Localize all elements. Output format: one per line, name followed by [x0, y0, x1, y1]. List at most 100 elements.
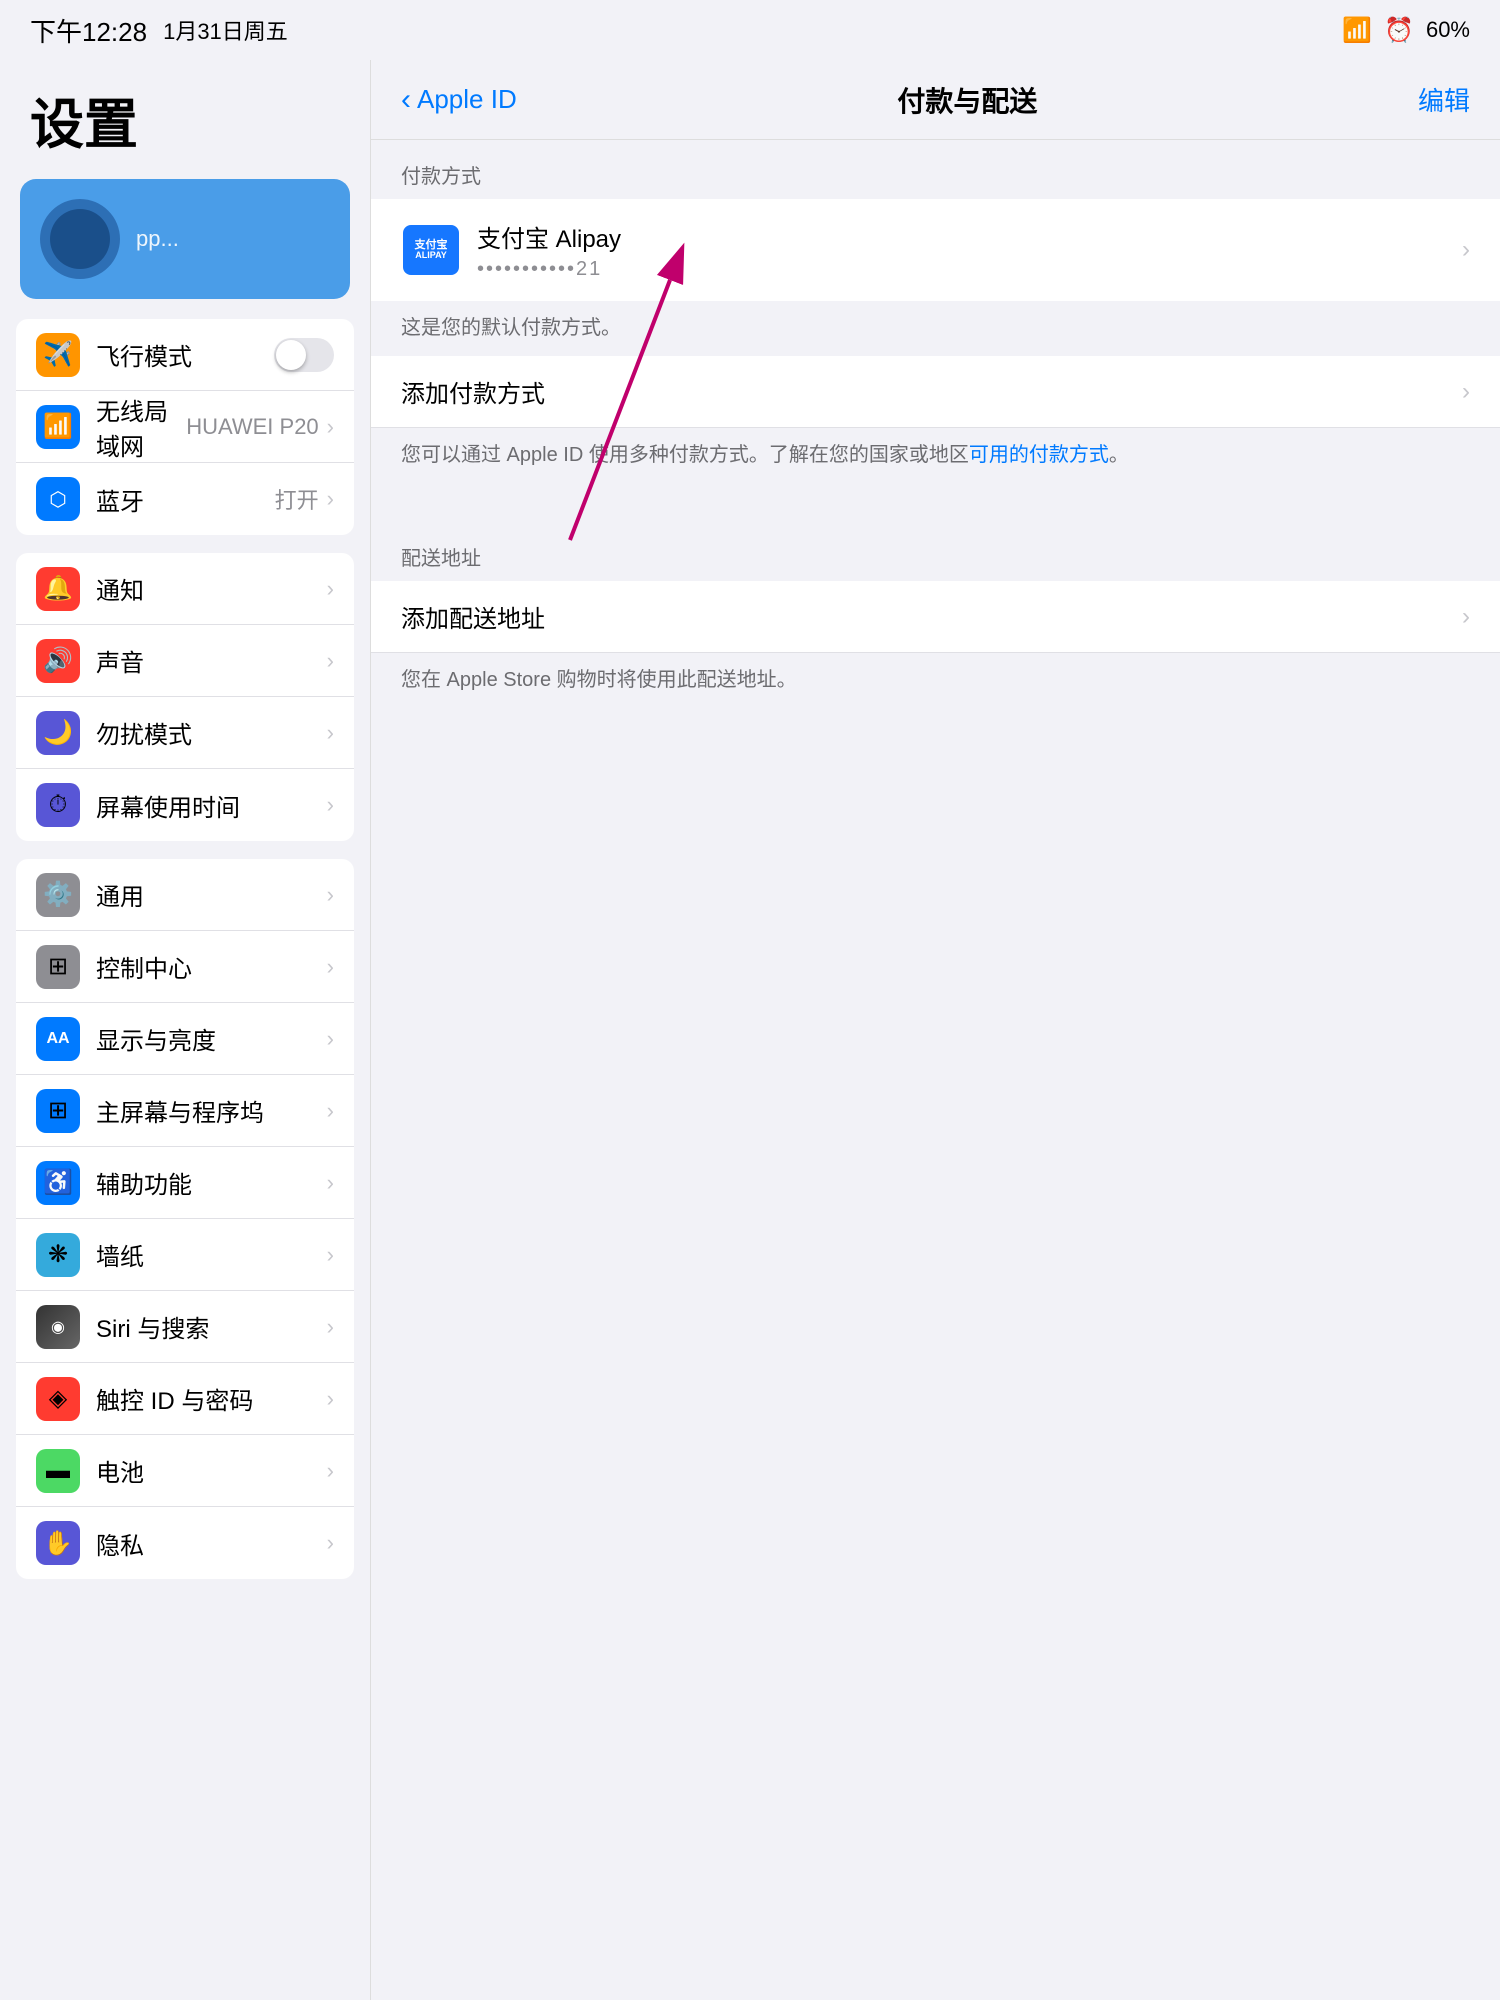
sidebar-item-controlcenter[interactable]: ⊞ 控制中心 ›: [16, 931, 354, 1003]
siri-icon: ◉: [36, 1305, 80, 1349]
settings-group-system: ⚙️ 通用 › ⊞ 控制中心 › AA 显示与亮度 › ⊞ 主屏幕与程序坞: [16, 859, 354, 1579]
notification-icon: 🔔: [36, 567, 80, 611]
alipay-icon-wrap: 支付宝 ALIPAY: [401, 225, 461, 275]
homescreen-label: 主屏幕与程序坞: [96, 1093, 327, 1128]
shipping-info-text: 您在 Apple Store 购物时将使用此配送地址。: [371, 653, 1500, 707]
wifi-label: 无线局域网: [96, 392, 186, 462]
info-text-after: 。: [1109, 444, 1129, 466]
sidebar-item-homescreen[interactable]: ⊞ 主屏幕与程序坞 ›: [16, 1075, 354, 1147]
touchid-label: 触控 ID 与密码: [96, 1381, 327, 1416]
settings-group-alerts: 🔔 通知 › 🔊 声音 › 🌙 勿扰模式 › ⏱ 屏幕使用时间 ›: [16, 553, 354, 841]
display-icon: AA: [36, 1017, 80, 1061]
sidebar-item-accessibility[interactable]: ♿ 辅助功能 ›: [16, 1147, 354, 1219]
wifi-value: HUAWEI P20: [186, 414, 318, 440]
sound-icon: 🔊: [36, 639, 80, 683]
profile-info: pp...: [136, 226, 330, 252]
privacy-label: 隐私: [96, 1526, 327, 1561]
add-shipping-group: 添加配送地址 ›: [371, 581, 1500, 653]
add-payment-button[interactable]: 添加付款方式 ›: [371, 356, 1500, 428]
status-right: 📶 ⏰ 60%: [1342, 16, 1470, 45]
chevron-icon: ›: [327, 1026, 334, 1052]
chevron-icon: ›: [327, 1530, 334, 1556]
alipay-payment-item[interactable]: 支付宝 ALIPAY 支付宝 Alipay •••••••••••21 ›: [371, 199, 1500, 301]
shipping-section-header: 配送地址: [371, 522, 1500, 581]
add-shipping-button[interactable]: 添加配送地址 ›: [371, 581, 1500, 653]
chevron-icon: ›: [327, 882, 334, 908]
page-title: 付款与配送: [517, 80, 1418, 120]
right-panel: ‹ Apple ID 付款与配送 编辑 付款方式 支付宝 ALIPAY: [370, 60, 1500, 2000]
back-chevron-icon: ‹: [401, 83, 411, 117]
payment-link[interactable]: 可用的付款方式: [969, 444, 1109, 466]
edit-button[interactable]: 编辑: [1418, 81, 1470, 118]
nav-bar: ‹ Apple ID 付款与配送 编辑: [371, 60, 1500, 140]
controlcenter-icon: ⊞: [36, 945, 80, 989]
general-label: 通用: [96, 877, 327, 912]
profile-card[interactable]: pp...: [20, 179, 350, 299]
sidebar-item-wifi[interactable]: 📶 无线局域网 HUAWEI P20 ›: [16, 391, 354, 463]
sidebar-item-wallpaper[interactable]: ❋ 墙纸 ›: [16, 1219, 354, 1291]
add-chevron-icon: ›: [1462, 378, 1470, 406]
chevron-icon: ›: [327, 792, 334, 818]
screentime-icon: ⏱: [36, 783, 80, 827]
status-bar: 下午12:28 1月31日周五 📶 ⏰ 60%: [0, 0, 1500, 60]
chevron-icon: ›: [327, 648, 334, 674]
airplane-label: 飞行模式: [96, 337, 274, 372]
add-shipping-chevron-icon: ›: [1462, 603, 1470, 631]
avatar-image: [50, 209, 110, 269]
sidebar-item-general[interactable]: ⚙️ 通用 ›: [16, 859, 354, 931]
battery-label: 电池: [96, 1453, 327, 1488]
donotdisturb-label: 勿扰模式: [96, 715, 327, 750]
default-payment-label: 这是您的默认付款方式。: [371, 301, 1500, 356]
status-time: 下午12:28: [30, 12, 147, 49]
back-button[interactable]: ‹ Apple ID: [401, 83, 517, 117]
siri-label: Siri 与搜索: [96, 1309, 327, 1344]
battery-indicator: 60%: [1426, 17, 1470, 43]
alipay-icon: 支付宝 ALIPAY: [403, 225, 459, 275]
sidebar-item-siri[interactable]: ◉ Siri 与搜索 ›: [16, 1291, 354, 1363]
sidebar-item-screentime[interactable]: ⏱ 屏幕使用时间 ›: [16, 769, 354, 841]
chevron-icon: ›: [327, 720, 334, 746]
chevron-icon: ›: [327, 1242, 334, 1268]
chevron-icon: ›: [327, 1458, 334, 1484]
add-shipping-label: 添加配送地址: [401, 599, 1462, 634]
sidebar-item-display[interactable]: AA 显示与亮度 ›: [16, 1003, 354, 1075]
sidebar-item-touchid[interactable]: ◈ 触控 ID 与密码 ›: [16, 1363, 354, 1435]
accessibility-label: 辅助功能: [96, 1165, 327, 1200]
toggle-knob: [276, 340, 306, 370]
display-label: 显示与亮度: [96, 1021, 327, 1056]
wallpaper-label: 墙纸: [96, 1237, 327, 1272]
section-gap: [371, 482, 1500, 522]
sidebar-item-notification[interactable]: 🔔 通知 ›: [16, 553, 354, 625]
add-payment-group: 添加付款方式 ›: [371, 356, 1500, 428]
status-date: 1月31日周五: [163, 14, 288, 46]
sidebar-title: 设置: [0, 60, 370, 169]
sidebar-item-bluetooth[interactable]: ⬡ 蓝牙 打开 ›: [16, 463, 354, 535]
content-area: 付款方式 支付宝 ALIPAY 支付宝 Alipay •••••••••••21: [371, 140, 1500, 2000]
bluetooth-label: 蓝牙: [96, 482, 275, 517]
sidebar-item-airplane[interactable]: ✈️ 飞行模式: [16, 319, 354, 391]
chevron-icon: ›: [327, 1314, 334, 1340]
alipay-text-bot: ALIPAY: [415, 251, 447, 260]
back-label: Apple ID: [417, 84, 517, 115]
sidebar-item-battery[interactable]: ▬ 电池 ›: [16, 1435, 354, 1507]
sidebar-item-sound[interactable]: 🔊 声音 ›: [16, 625, 354, 697]
chevron-icon: ›: [327, 576, 334, 602]
sound-label: 声音: [96, 643, 327, 678]
sidebar-item-donotdisturb[interactable]: 🌙 勿扰模式 ›: [16, 697, 354, 769]
payment-method-list: 支付宝 ALIPAY 支付宝 Alipay •••••••••••21 ›: [371, 199, 1500, 301]
chevron-icon: ›: [327, 414, 334, 440]
donotdisturb-icon: 🌙: [36, 711, 80, 755]
homescreen-icon: ⊞: [36, 1089, 80, 1133]
profile-name: pp...: [136, 226, 330, 252]
avatar: [40, 199, 120, 279]
alipay-name: 支付宝 Alipay: [477, 219, 1462, 254]
chevron-icon: ›: [327, 954, 334, 980]
general-icon: ⚙️: [36, 873, 80, 917]
payment-section-header: 付款方式: [371, 140, 1500, 199]
alipay-content: 支付宝 Alipay •••••••••••21: [477, 219, 1462, 281]
touchid-icon: ◈: [36, 1377, 80, 1421]
airplane-toggle[interactable]: [274, 338, 334, 372]
wallpaper-icon: ❋: [36, 1233, 80, 1277]
sidebar-item-privacy[interactable]: ✋ 隐私 ›: [16, 1507, 354, 1579]
payment-info-text: 您可以通过 Apple ID 使用多种付款方式。了解在您的国家或地区可用的付款方…: [371, 428, 1500, 482]
